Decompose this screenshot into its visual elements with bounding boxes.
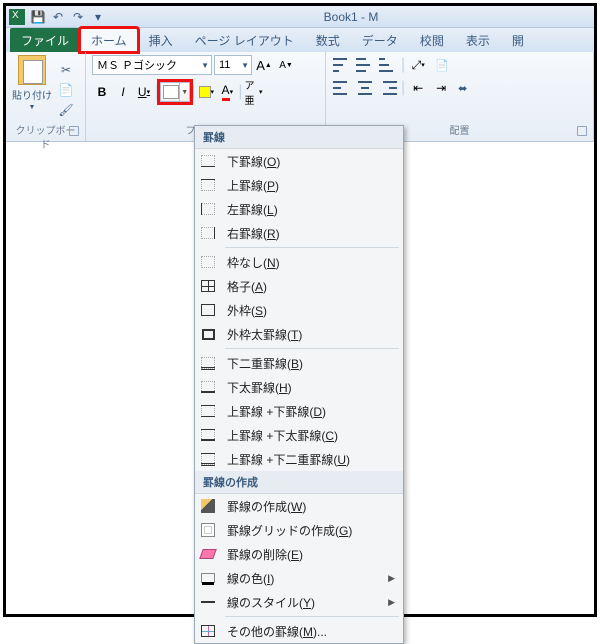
title-bar: 💾 ↶ ↷ ▾ Book1 - M — [6, 6, 594, 28]
menu-left-border[interactable]: 左罫線(L) — [195, 197, 403, 221]
submenu-arrow-icon: ▶ — [388, 597, 395, 608]
menu-outside-borders[interactable]: 外枠(S) — [195, 298, 403, 322]
menu-top-and-double-bottom-border[interactable]: 上罫線 +下二重罫線(U) — [195, 447, 403, 471]
submenu-arrow-icon: ▶ — [388, 573, 395, 584]
qat-save-button[interactable]: 💾 — [28, 8, 48, 26]
menu-all-borders[interactable]: 格子(A) — [195, 274, 403, 298]
menu-top-border[interactable]: 上罫線(P) — [195, 173, 403, 197]
font-color-button[interactable]: A▾ — [217, 82, 237, 102]
increase-indent-button[interactable]: ⇥ — [431, 78, 451, 98]
menu-header-draw: 罫線の作成 — [195, 471, 403, 494]
align-left-button[interactable] — [332, 78, 352, 98]
align-bottom-button[interactable] — [378, 55, 398, 75]
window-title: Book1 - M — [108, 10, 594, 24]
qat-redo-button[interactable]: ↷ — [68, 8, 88, 26]
menu-erase-border[interactable]: 罫線の削除(E) — [195, 542, 403, 566]
cut-button[interactable]: ✂ — [56, 61, 76, 79]
line-style-icon — [201, 601, 215, 603]
fill-color-button[interactable]: ▾ — [196, 82, 216, 102]
menu-draw-border-grid[interactable]: 罫線グリッドの作成(G) — [195, 518, 403, 542]
align-center-button[interactable] — [355, 78, 375, 98]
phonetic-guide-button[interactable]: ア亜▾ — [243, 82, 263, 102]
italic-button[interactable]: I — [113, 82, 133, 102]
tab-review[interactable]: 校閲 — [409, 28, 455, 52]
qat-customize-button[interactable]: ▾ — [88, 8, 108, 26]
orientation-button[interactable]: ⤢▾ — [408, 55, 428, 75]
copy-button[interactable]: 📄 — [56, 81, 76, 99]
menu-line-color[interactable]: 線の色(I)▶ — [195, 566, 403, 590]
menu-no-border[interactable]: 枠なし(N) — [195, 250, 403, 274]
menu-right-border[interactable]: 右罫線(R) — [195, 221, 403, 245]
pen-color-icon — [201, 573, 215, 583]
alignment-dialog-launcher[interactable] — [577, 126, 587, 136]
tab-file[interactable]: ファイル — [10, 28, 80, 52]
underline-button[interactable]: U▾ — [134, 82, 154, 102]
font-name-combo[interactable]: ＭＳ Ｐゴシック▼ — [92, 55, 212, 75]
borders-icon — [163, 85, 179, 99]
align-middle-button[interactable] — [355, 55, 375, 75]
menu-bottom-double-border[interactable]: 下二重罫線(B) — [195, 351, 403, 375]
borders-dropdown-arrow[interactable]: ▼ — [179, 83, 189, 101]
shrink-font-button[interactable]: A▼ — [276, 55, 296, 75]
menu-line-style[interactable]: 線のスタイル(Y)▶ — [195, 590, 403, 614]
menu-draw-border[interactable]: 罫線の作成(W) — [195, 494, 403, 518]
paste-icon — [18, 55, 46, 85]
menu-top-and-bottom-border[interactable]: 上罫線 +下罫線(D) — [195, 399, 403, 423]
format-painter-button[interactable]: 🖌 — [56, 101, 76, 119]
clipboard-dialog-launcher[interactable] — [69, 126, 79, 136]
menu-top-and-thick-bottom-border[interactable]: 上罫線 +下太罫線(C) — [195, 423, 403, 447]
excel-icon — [9, 9, 25, 25]
menu-thick-bottom-border[interactable]: 下太罫線(H) — [195, 375, 403, 399]
bucket-icon — [199, 86, 211, 98]
tab-home[interactable]: ホーム — [80, 28, 138, 52]
pencil-icon — [201, 499, 215, 513]
pencil-grid-icon — [201, 523, 215, 537]
eraser-icon — [199, 549, 217, 559]
grow-font-button[interactable]: A▲ — [254, 55, 274, 75]
merge-center-button[interactable]: ⬌ — [454, 80, 471, 97]
menu-header-borders: 罫線 — [195, 126, 403, 149]
wrap-text-button[interactable]: 📄 — [431, 57, 453, 74]
align-right-button[interactable] — [378, 78, 398, 98]
tab-view[interactable]: 表示 — [455, 28, 501, 52]
tab-insert[interactable]: 挿入 — [138, 28, 184, 52]
tab-page-layout[interactable]: ページ レイアウト — [184, 28, 305, 52]
tab-developer[interactable]: 開 — [501, 28, 535, 52]
font-size-combo[interactable]: 11▼ — [214, 55, 252, 75]
menu-bottom-border[interactable]: 下罫線(O) — [195, 149, 403, 173]
menu-thick-box-border[interactable]: 外枠太罫線(T) — [195, 322, 403, 346]
borders-split-button[interactable]: ▼ — [160, 82, 190, 102]
decrease-indent-button[interactable]: ⇤ — [408, 78, 428, 98]
tab-data[interactable]: データ — [351, 28, 409, 52]
paste-button[interactable]: 貼り付け ▼ — [12, 55, 52, 125]
more-borders-icon — [201, 625, 215, 637]
menu-more-borders[interactable]: その他の罫線(M)... — [195, 619, 403, 643]
bold-button[interactable]: B — [92, 82, 112, 102]
tab-formulas[interactable]: 数式 — [305, 28, 351, 52]
qat-undo-button[interactable]: ↶ — [48, 8, 68, 26]
ribbon-tabs: ファイル ホーム 挿入 ページ レイアウト 数式 データ 校閲 表示 開 — [6, 28, 594, 52]
align-top-button[interactable] — [332, 55, 352, 75]
group-clipboard: 貼り付け ▼ ✂ 📄 🖌 クリップボード — [6, 52, 86, 141]
borders-dropdown-menu: 罫線 下罫線(O) 上罫線(P) 左罫線(L) 右罫線(R) 枠なし(N) 格子… — [194, 125, 404, 644]
group-clipboard-label: クリップボード — [12, 125, 79, 139]
paste-label: 貼り付け — [12, 87, 52, 102]
